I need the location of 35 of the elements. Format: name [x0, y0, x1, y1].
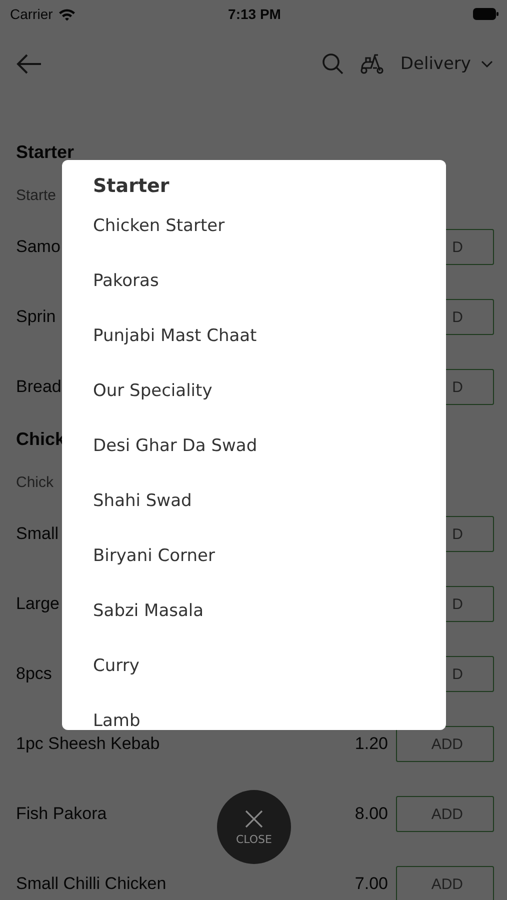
item-name: Bread [16, 377, 62, 397]
item-name: Fish Pakora [16, 804, 107, 824]
close-icon [244, 808, 264, 828]
category-item[interactable]: Pakoras [93, 268, 446, 323]
search-icon[interactable] [322, 53, 344, 75]
item-name: Sprin [16, 307, 56, 327]
item-name: 8pcs [16, 664, 52, 684]
item-name: Large [16, 594, 60, 614]
status-time: 7:13 PM [228, 6, 281, 22]
close-button[interactable]: CLOSE [217, 790, 291, 864]
item-name: Small [16, 524, 59, 544]
item-name: Samo [16, 237, 60, 257]
section-subtitle: Starte [16, 186, 56, 206]
section-subtitle: Chick [16, 473, 54, 493]
item-price: 1.20 [354, 734, 388, 754]
chevron-icon [481, 60, 493, 68]
back-arrow-icon[interactable] [16, 54, 42, 74]
category-item[interactable]: Shahi Swad [93, 488, 446, 543]
category-item[interactable]: Punjabi Mast Chaat [93, 323, 446, 378]
item-price: 7.00 [354, 874, 388, 894]
item-name: 1pc Sheesh Kebab [16, 734, 160, 754]
category-item[interactable]: Biryani Corner [93, 543, 446, 598]
battery-icon [472, 8, 499, 20]
wifi-icon [58, 8, 76, 20]
category-item[interactable]: Chicken Starter [93, 213, 446, 268]
menu-title: Starter [93, 174, 170, 199]
item-name: Small Chilli Chicken [16, 874, 166, 894]
category-item[interactable]: Our Speciality [93, 378, 446, 433]
category-item[interactable]: Curry [93, 653, 446, 708]
section-title: Chick [16, 428, 66, 451]
category-item[interactable]: Sabzi Masala [93, 598, 446, 653]
item-price: 8.00 [354, 804, 388, 824]
category-item[interactable]: Desi Ghar Da Swad [93, 433, 446, 488]
carrier-name: Carrier [10, 6, 53, 22]
section-title: Starter [16, 141, 74, 164]
